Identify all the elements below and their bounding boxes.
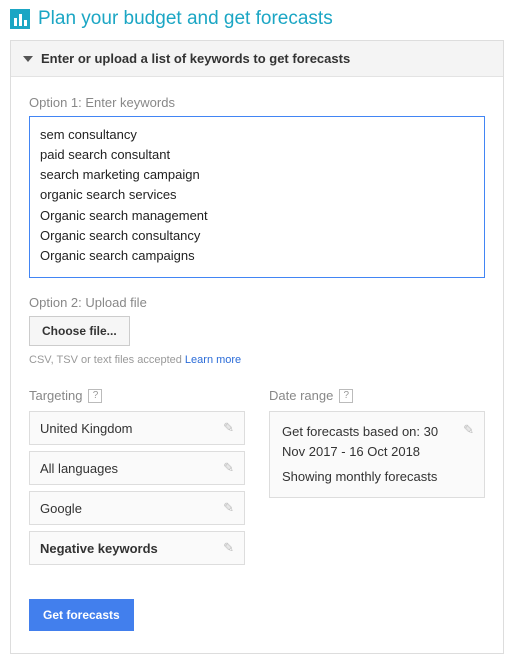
targeting-negative-row[interactable]: Negative keywords ✎ xyxy=(29,531,245,565)
daterange-line2: Showing monthly forecasts xyxy=(282,467,472,487)
panel-body: Option 1: Enter keywords Option 2: Uploa… xyxy=(11,77,503,653)
chart-icon xyxy=(10,9,30,29)
pencil-icon: ✎ xyxy=(223,460,234,476)
targeting-location-row[interactable]: United Kingdom ✎ xyxy=(29,411,245,445)
targeting-network-row[interactable]: Google ✎ xyxy=(29,491,245,525)
targeting-column: Targeting ? United Kingdom ✎ All languag… xyxy=(29,388,245,571)
targeting-language-row[interactable]: All languages ✎ xyxy=(29,451,245,485)
daterange-line1: Get forecasts based on: 30 Nov 2017 - 16… xyxy=(282,422,472,461)
pencil-icon: ✎ xyxy=(223,540,234,556)
targeting-row-text: United Kingdom xyxy=(40,421,133,436)
panel-header[interactable]: Enter or upload a list of keywords to ge… xyxy=(11,41,503,77)
keywords-textarea[interactable] xyxy=(29,116,485,278)
targeting-row-text: Google xyxy=(40,501,82,516)
choose-file-button[interactable]: Choose file... xyxy=(29,316,130,346)
daterange-help-icon[interactable]: ? xyxy=(339,389,353,403)
caret-down-icon xyxy=(23,56,33,62)
targeting-label: Targeting xyxy=(29,388,82,403)
targeting-row-text: All languages xyxy=(40,461,118,476)
title-row: Plan your budget and get forecasts xyxy=(10,8,504,30)
learn-more-link[interactable]: Learn more xyxy=(185,354,241,366)
forecast-panel: Enter or upload a list of keywords to ge… xyxy=(10,40,504,654)
get-forecasts-button[interactable]: Get forecasts xyxy=(29,599,134,631)
panel-header-text: Enter or upload a list of keywords to ge… xyxy=(41,51,350,66)
pencil-icon: ✎ xyxy=(223,420,234,436)
option1-label: Option 1: Enter keywords xyxy=(29,95,485,110)
daterange-box[interactable]: ✎ Get forecasts based on: 30 Nov 2017 - … xyxy=(269,411,485,498)
targeting-row-text: Negative keywords xyxy=(40,541,158,556)
daterange-label: Date range xyxy=(269,388,333,403)
upload-helper-text: CSV, TSV or text files accepted xyxy=(29,354,185,366)
pencil-icon: ✎ xyxy=(463,420,474,440)
targeting-help-icon[interactable]: ? xyxy=(88,389,102,403)
page-title: Plan your budget and get forecasts xyxy=(38,8,333,30)
pencil-icon: ✎ xyxy=(223,500,234,516)
upload-helper: CSV, TSV or text files accepted Learn mo… xyxy=(29,354,485,366)
daterange-column: Date range ? ✎ Get forecasts based on: 3… xyxy=(269,388,485,571)
option2-label: Option 2: Upload file xyxy=(29,295,485,310)
